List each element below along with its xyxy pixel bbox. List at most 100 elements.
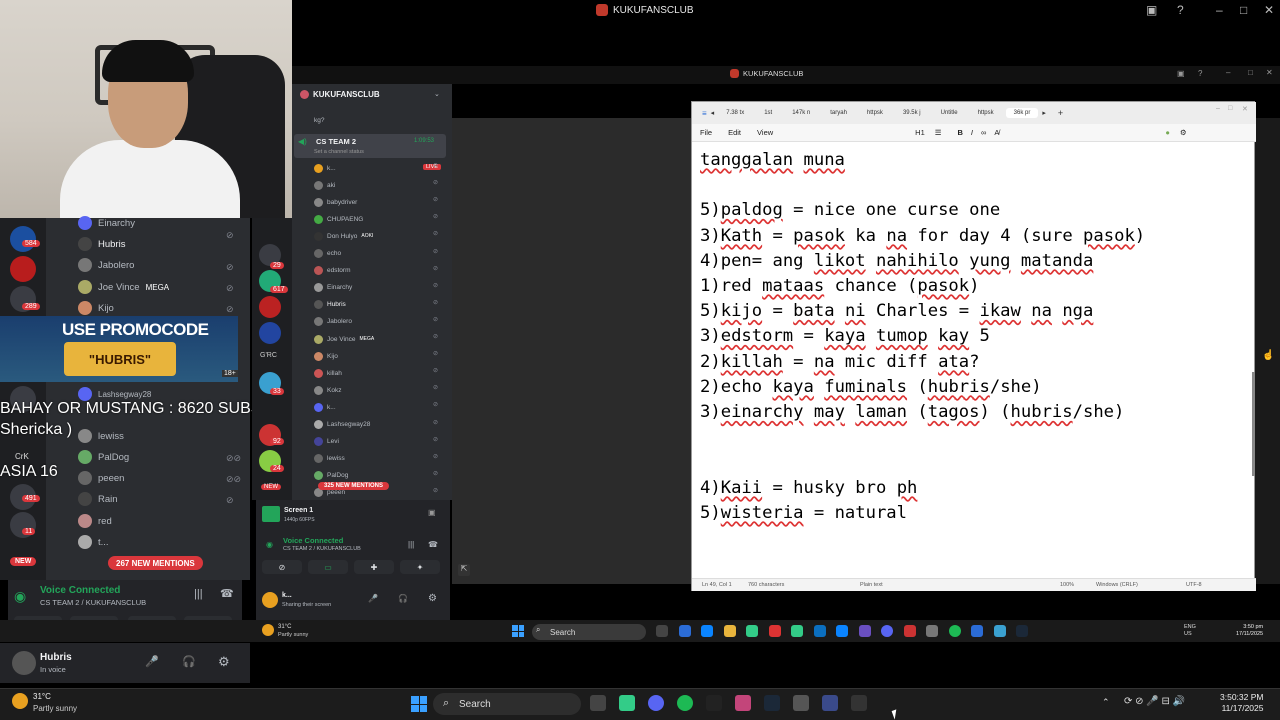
taskbar-app-icon[interactable]: [793, 695, 809, 711]
member-item[interactable]: lewiss: [78, 426, 124, 446]
taskbar-app-icon[interactable]: [723, 625, 736, 637]
heading-dropdown[interactable]: H1: [915, 128, 925, 137]
noise-icon[interactable]: |||: [194, 588, 203, 600]
chevron-right-icon[interactable]: ▸: [1042, 109, 1046, 117]
menu-file[interactable]: File: [700, 128, 712, 137]
minimize-button[interactable]: –: [1216, 3, 1223, 17]
notepad-tab[interactable]: 39.5k j: [895, 108, 929, 118]
taskbar-app-icon[interactable]: [701, 625, 713, 637]
language-indicator[interactable]: ENG US: [1184, 624, 1196, 638]
popout-icon[interactable]: ⇱: [458, 564, 470, 576]
list-icon[interactable]: ☰: [935, 128, 942, 137]
notepad-tab[interactable]: 1st: [756, 108, 780, 118]
taskbar-clock[interactable]: 3:50:32 PM 11/17/2025: [1220, 692, 1263, 714]
taskbar-app-icon[interactable]: [590, 695, 606, 711]
taskbar-app-icon[interactable]: [971, 625, 983, 637]
chevron-down-icon[interactable]: ⌄: [434, 90, 440, 98]
voice-status[interactable]: Voice Connected: [40, 585, 120, 596]
maximize-button[interactable]: □: [1248, 68, 1253, 77]
taskbar-app-icon[interactable]: [813, 625, 826, 637]
copilot-icon[interactable]: ●: [1165, 128, 1170, 137]
maximize-button[interactable]: □: [1228, 105, 1232, 112]
channel-member[interactable]: Joe Vince MEGA: [314, 333, 374, 345]
taskbar-app-icon[interactable]: [851, 695, 867, 711]
line-ending[interactable]: Windows (CRLF): [1096, 582, 1138, 588]
server-header[interactable]: KUKUFANSCLUB: [300, 90, 380, 99]
channel-member[interactable]: k...: [314, 401, 336, 413]
taskbar-app-icon[interactable]: [903, 625, 916, 637]
bold-icon[interactable]: B: [957, 128, 962, 137]
disconnect-icon[interactable]: ☎: [220, 587, 234, 600]
taskbar-app-icon[interactable]: [881, 625, 893, 637]
notepad-tab[interactable]: Untitle: [933, 108, 966, 118]
menu-view[interactable]: View: [757, 128, 773, 137]
new-tab-button[interactable]: +: [1058, 108, 1063, 118]
start-button[interactable]: [512, 625, 524, 637]
soundboard-button[interactable]: ✦: [400, 560, 440, 574]
voice-channel[interactable]: CS TEAM 2 / KUKUFANSCLUB: [40, 598, 146, 607]
notepad-tab[interactable]: httpsk: [859, 108, 891, 118]
channel-member[interactable]: echo: [314, 248, 341, 260]
notification-icon[interactable]: ▣: [1146, 3, 1157, 17]
member-item[interactable]: t...: [78, 532, 109, 552]
channel-member[interactable]: Einarchy: [314, 282, 352, 294]
taskbar-app-icon[interactable]: [791, 625, 803, 637]
screen-title[interactable]: Screen 1: [284, 507, 313, 514]
screen-share-button[interactable]: ▭: [308, 560, 348, 574]
taskbar-app-icon[interactable]: [768, 625, 781, 637]
voice-channel[interactable]: CS TEAM 2 / KUKUFANSCLUB: [283, 546, 361, 552]
channel-member[interactable]: Jabolero: [314, 316, 352, 328]
new-mentions-button[interactable]: 267 NEW MENTIONS: [108, 556, 203, 570]
taskbar-app-icon[interactable]: [746, 625, 758, 637]
channel-member[interactable]: edstorm: [314, 265, 350, 277]
channel-member[interactable]: Kijo: [314, 350, 338, 362]
member-item[interactable]: Kijo: [78, 298, 114, 318]
channel-member[interactable]: Hubris: [314, 299, 346, 311]
clear-format-icon[interactable]: A̸: [994, 128, 999, 137]
stop-stream-icon[interactable]: ▣: [428, 508, 436, 517]
member-item[interactable]: Einarchy: [78, 213, 135, 233]
new-pill[interactable]: NEW: [10, 557, 37, 566]
taskbar-app-icon[interactable]: [1016, 625, 1028, 637]
notepad-tab[interactable]: taryah: [822, 108, 855, 118]
tray-icons[interactable]: ⟳ ⊘ 🎤 ⊟ 🔊: [1124, 696, 1185, 707]
avatar[interactable]: [262, 592, 278, 608]
avatar[interactable]: [12, 651, 36, 675]
channel-member[interactable]: Don Hulyo AOKI: [314, 230, 373, 242]
help-icon[interactable]: ?: [1177, 3, 1184, 17]
notepad-tab[interactable]: 147k n: [784, 108, 818, 118]
settings-icon[interactable]: ⚙: [428, 593, 437, 604]
notepad-text[interactable]: tanggalan muna 5)paldog = nice one curse…: [700, 148, 1250, 526]
member-item[interactable]: red: [78, 511, 112, 531]
close-button[interactable]: ✕: [1242, 105, 1248, 113]
chevron-left-icon[interactable]: ◂: [711, 109, 715, 117]
taskbar-app-icon[interactable]: [706, 695, 722, 711]
channel-member[interactable]: k...: [314, 162, 336, 174]
encoding[interactable]: UTF-8: [1186, 582, 1202, 588]
server-icon[interactable]: [259, 296, 281, 318]
channel-member[interactable]: PalDog: [314, 470, 348, 482]
headphones-icon[interactable]: 🎧: [182, 655, 196, 668]
channel-member[interactable]: lewiss: [314, 453, 345, 465]
menu-edit[interactable]: Edit: [728, 128, 741, 137]
noise-icon[interactable]: |||: [408, 540, 414, 549]
channel-member[interactable]: killah: [314, 367, 342, 379]
voice-status[interactable]: Voice Connected: [283, 536, 343, 545]
new-pill[interactable]: NEW: [261, 484, 281, 490]
link-icon[interactable]: ∞: [981, 128, 986, 137]
member-item[interactable]: PalDog: [78, 447, 129, 467]
channel-member[interactable]: Levi: [314, 436, 339, 448]
taskbar-app-icon[interactable]: [836, 625, 848, 637]
scrollbar[interactable]: [1252, 372, 1255, 476]
taskbar-app-icon[interactable]: [948, 625, 961, 637]
camera-off-button[interactable]: ⊘: [262, 560, 302, 574]
taskbar-app-icon[interactable]: [677, 695, 693, 711]
mic-icon[interactable]: 🎤: [145, 655, 159, 668]
channel-member[interactable]: aki: [314, 179, 335, 191]
help-icon[interactable]: ?: [1198, 69, 1202, 78]
minimize-button[interactable]: –: [1226, 68, 1230, 77]
server-icon[interactable]: G'RC: [260, 352, 277, 359]
headphones-icon[interactable]: 🎧: [398, 594, 408, 603]
taskbar-app-icon[interactable]: [648, 695, 664, 711]
activities-button[interactable]: ✚: [354, 560, 394, 574]
